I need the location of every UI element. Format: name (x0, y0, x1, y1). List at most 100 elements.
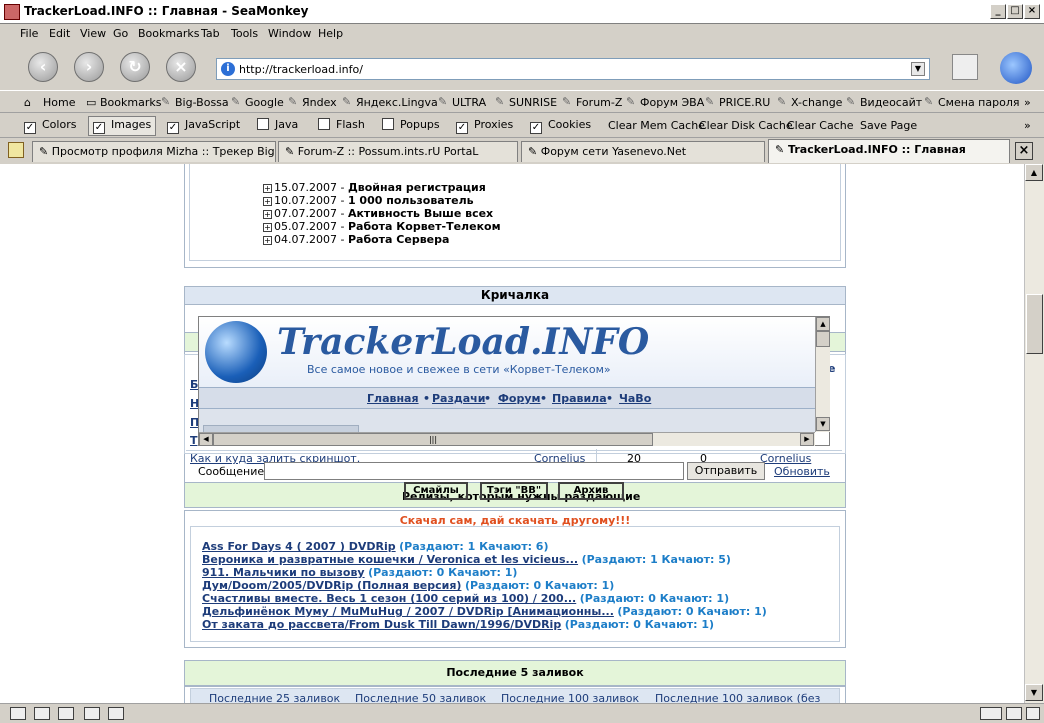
expand-icon[interactable]: + (263, 197, 272, 206)
bookmark-yandex[interactable]: Яndex (302, 96, 337, 109)
composer-icon[interactable] (84, 707, 100, 720)
menu-bookmarks[interactable]: Bookmarks (138, 27, 199, 40)
address-book-icon[interactable] (108, 707, 124, 720)
menu-view[interactable]: View (80, 27, 106, 40)
expand-icon[interactable]: + (263, 223, 272, 232)
nav-home[interactable]: Главная (367, 392, 419, 405)
tab-trackerload[interactable]: ✎ TrackerLoad.INFO :: Главная (768, 139, 1010, 163)
expand-icon[interactable]: + (263, 184, 272, 193)
send-button[interactable]: Отправить (687, 462, 765, 480)
flash-checkbox[interactable]: Flash (318, 118, 365, 131)
chevron-right-icon[interactable]: » (1024, 119, 1031, 132)
frame-vscrollbar[interactable]: ▲ ▼ (815, 317, 830, 432)
proxies-checkbox[interactable]: ✓ Proxies (456, 118, 513, 134)
cookies-checkbox[interactable]: ✓ Cookies (530, 118, 591, 134)
menu-help[interactable]: Help (318, 27, 343, 40)
last-post-link[interactable]: Cornelius (760, 452, 811, 465)
images-checkbox[interactable]: ✓ Images (88, 116, 157, 136)
popups-checkbox[interactable]: Popups (382, 118, 440, 131)
close-tab-button[interactable]: × (1015, 142, 1033, 160)
menu-go[interactable]: Go (113, 27, 128, 40)
news-item[interactable]: +10.07.2007 - 1 000 пользователь (263, 194, 501, 207)
scroll-down-icon[interactable]: ▼ (816, 417, 830, 431)
print-icon[interactable] (952, 54, 978, 80)
news-item[interactable]: +04.07.2007 - Работа Сервера (263, 233, 501, 246)
bookmark-price-ru[interactable]: PRICE.RU (719, 96, 770, 109)
save-page-button[interactable]: Save Page (860, 119, 917, 132)
forward-button[interactable]: › (74, 52, 104, 82)
minimize-button[interactable]: _ (990, 4, 1006, 19)
clear-mem-cache-button[interactable]: Clear Mem Cache (608, 119, 705, 132)
bookmark-forum-eva[interactable]: Форум ЭВА (640, 96, 704, 109)
java-checkbox[interactable]: Java (257, 118, 298, 131)
back-button[interactable]: ‹ (28, 52, 58, 82)
url-bar[interactable]: i http://trackerload.info/ ▼ (216, 58, 930, 80)
scroll-up-icon[interactable]: ▲ (816, 317, 830, 331)
menu-tab[interactable]: Tab (201, 27, 220, 40)
frame-hscrollbar[interactable]: ◀ ||| ▶ (199, 432, 815, 446)
bookmark-big-bossa[interactable]: Big-Bossa (175, 96, 229, 109)
bookmark-home[interactable]: Home (43, 96, 75, 109)
bookmark-ultra[interactable]: ULTRA (452, 96, 486, 109)
bookmark-sunrise[interactable]: SUNRISE (509, 96, 557, 109)
page-vscrollbar[interactable]: ▲ ▼ (1024, 164, 1044, 703)
frame-hscroll-thumb[interactable]: ||| (213, 433, 653, 446)
news-item[interactable]: +05.07.2007 - Работа Корвет-Телеком (263, 220, 501, 233)
menu-edit[interactable]: Edit (49, 27, 70, 40)
refresh-link[interactable]: Обновить (774, 465, 830, 478)
expand-icon[interactable]: + (263, 210, 272, 219)
bookmark-yandex-lingva[interactable]: Яндекс.Lingva (356, 96, 438, 109)
table-row-link-stub[interactable]: Т (190, 434, 198, 447)
offline-icon[interactable] (1026, 707, 1040, 720)
stop-button[interactable]: × (166, 52, 196, 82)
expand-icon[interactable]: + (263, 236, 272, 245)
page-vscroll-thumb[interactable] (1026, 294, 1043, 354)
releases-list: Ass For Days 4 ( 2007 ) DVDRip (Раздают:… (202, 540, 767, 631)
last-50-link[interactable]: Последние 50 заливок (355, 692, 486, 703)
news-item[interactable]: +15.07.2007 - Двойная регистрация (263, 181, 501, 194)
bookmark-videosite[interactable]: Видеосайт (860, 96, 922, 109)
bookmark-google[interactable]: Google (245, 96, 284, 109)
scroll-down-icon[interactable]: ▼ (1025, 684, 1043, 701)
nav-forum[interactable]: Форум (498, 392, 541, 405)
colors-checkbox[interactable]: ✓ Colors (24, 118, 76, 134)
new-tab-icon[interactable] (8, 142, 24, 158)
bookmark-change-password[interactable]: Смена пароля (938, 96, 1019, 109)
nav-releases[interactable]: Раздачи (432, 392, 485, 405)
tab-forum-z[interactable]: ✎ Forum-Z :: Possum.ints.rU PortaL (278, 141, 518, 162)
throbber-icon[interactable] (1000, 52, 1032, 84)
tab-yasenevo[interactable]: ✎ Форум сети Yasenevo.Net (521, 141, 765, 162)
chevron-right-icon[interactable]: » (1024, 96, 1031, 109)
frame-vscroll-thumb[interactable] (816, 331, 830, 347)
maximize-button[interactable]: □ (1007, 4, 1023, 19)
news-item[interactable]: +07.07.2007 - Активность Выше всех (263, 207, 501, 220)
scroll-right-icon[interactable]: ▶ (800, 433, 814, 446)
reload-button[interactable]: ↻ (120, 52, 150, 82)
javascript-checkbox[interactable]: ✓ JavaScript (167, 118, 240, 134)
menu-window[interactable]: Window (268, 27, 311, 40)
scroll-up-icon[interactable]: ▲ (1025, 164, 1043, 181)
bookmark-forum-z[interactable]: Forum-Z (576, 96, 622, 109)
smiles-button[interactable]: Смайлы (404, 482, 468, 500)
last-100-link[interactable]: Последние 100 заливок (501, 692, 639, 703)
message-input[interactable] (264, 462, 684, 480)
nav-rules[interactable]: Правила (552, 392, 607, 405)
mail-icon[interactable] (34, 707, 50, 720)
last-25-link[interactable]: Последние 25 заливок (209, 692, 340, 703)
nav-faq[interactable]: ЧаВо (619, 392, 651, 405)
clear-disk-cache-button[interactable]: Clear Disk Cache (699, 119, 793, 132)
scroll-left-icon[interactable]: ◀ (199, 433, 213, 446)
bookmark-x-change[interactable]: X-change (791, 96, 842, 109)
tab-mizha-profile[interactable]: ✎ Просмотр профиля Mizha :: Трекер Big-B… (32, 141, 276, 162)
url-dropdown-icon[interactable]: ▼ (911, 62, 925, 76)
archive-button[interactable]: Архив (558, 482, 624, 500)
close-button[interactable]: × (1024, 4, 1040, 19)
chat-icon[interactable] (58, 707, 74, 720)
last-100-alt-link[interactable]: Последние 100 заливок (без (655, 692, 820, 703)
menu-file[interactable]: File (20, 27, 38, 40)
bb-tags-button[interactable]: Тэги "BB" (480, 482, 548, 500)
bookmark-bookmarks[interactable]: Bookmarks (100, 96, 161, 109)
menu-tools[interactable]: Tools (231, 27, 258, 40)
clear-cache-button[interactable]: Clear Cache (787, 119, 853, 132)
navigator-icon[interactable] (10, 707, 26, 720)
